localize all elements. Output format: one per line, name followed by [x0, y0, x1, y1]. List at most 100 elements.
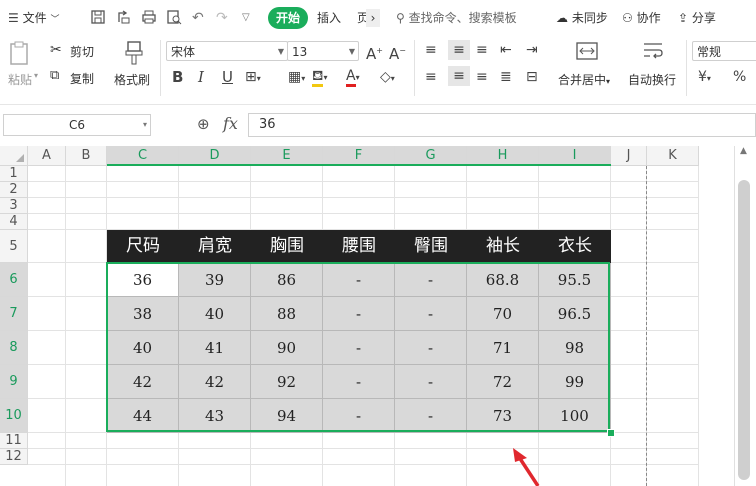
tab-start[interactable]: 开始	[268, 7, 308, 29]
merge-center-button[interactable]	[572, 40, 602, 64]
row-header-12[interactable]: 12	[0, 449, 28, 465]
bold-button[interactable]: B	[172, 69, 183, 85]
customize-dropdown-icon[interactable]: ▽	[242, 9, 250, 27]
italic-button[interactable]: I	[198, 69, 204, 85]
row-header-1[interactable]: 1	[0, 166, 28, 182]
column-header-a[interactable]: A	[28, 146, 66, 166]
gridline-horizontal	[28, 213, 699, 214]
distributed-align-icon[interactable]: ⊟	[526, 69, 538, 85]
share-label: 分享	[691, 11, 716, 25]
column-header-c[interactable]: C	[107, 146, 179, 166]
row-header-5[interactable]: 5	[0, 230, 28, 263]
font-name-value: 宋体	[171, 45, 196, 59]
file-menu[interactable]: ☰ 文件 ﹀	[8, 9, 59, 27]
merge-center-label[interactable]: 合并居中▾	[558, 71, 610, 88]
fill-pattern-icon[interactable]: ▦▾	[288, 69, 305, 87]
borders-icon[interactable]: ⊞▾	[245, 69, 261, 87]
formula-input[interactable]: 36	[248, 113, 756, 137]
justify-icon[interactable]: ≣	[500, 69, 512, 85]
align-middle-icon[interactable]: ≡	[448, 40, 470, 60]
row-header-9[interactable]: 9	[0, 365, 28, 399]
scrollbar-thumb[interactable]	[738, 180, 750, 480]
merge-cells-icon	[576, 42, 598, 60]
eraser-icon[interactable]: ◇▾	[380, 69, 395, 87]
column-header-k[interactable]: K	[647, 146, 699, 166]
export-icon[interactable]	[116, 9, 132, 27]
font-shrink-icon[interactable]: A−	[389, 43, 406, 62]
gridline-horizontal	[28, 448, 699, 449]
row-header-3[interactable]: 3	[0, 198, 28, 214]
undo-icon[interactable]: ↶	[192, 9, 204, 27]
table-header-cell: 胸围	[251, 230, 323, 263]
font-color-icon[interactable]: A▾	[346, 68, 360, 87]
redo-icon[interactable]: ↷	[216, 9, 228, 27]
column-header-i[interactable]: I	[539, 146, 611, 166]
spreadsheet-grid: A B C D E F G H I J K 1 2 3 4 5 6 7 8 9 10 11 12 尺码 肩宽 胸围 腰围 臀围 袖长 衣长…	[0, 146, 734, 486]
fill-color-icon[interactable]: ⛾▾	[312, 68, 327, 87]
print-preview-icon[interactable]	[166, 9, 182, 27]
red-arrow-annotation	[513, 448, 540, 486]
zoom-search-icon[interactable]: ⊕	[197, 115, 210, 133]
copy-label: 复制	[70, 72, 95, 86]
table-header-cell: 衣长	[539, 230, 611, 263]
page-break-line	[646, 166, 647, 486]
font-name-select[interactable]: 宋体 ▼	[166, 41, 288, 61]
chevron-down-icon: ▾	[142, 120, 147, 129]
row-header-11[interactable]: 11	[0, 433, 28, 449]
column-header-d[interactable]: D	[179, 146, 251, 166]
font-size-select[interactable]: 13 ▼	[287, 41, 359, 61]
function-fx-icon[interactable]: fx	[223, 114, 238, 133]
align-top-icon[interactable]: ≡	[425, 42, 437, 58]
row-header-8[interactable]: 8	[0, 331, 28, 365]
align-center-icon[interactable]: ≡	[448, 66, 470, 86]
font-size-value: 13	[292, 45, 308, 59]
table-header-cell: 袖长	[467, 230, 539, 263]
print-icon[interactable]	[141, 9, 157, 27]
format-painter-button[interactable]	[116, 40, 152, 66]
selection-range-border	[106, 262, 610, 432]
column-header-h[interactable]: H	[467, 146, 539, 166]
column-header-j[interactable]: J	[611, 146, 647, 166]
underline-button[interactable]: U	[222, 69, 233, 85]
column-header-e[interactable]: E	[251, 146, 323, 166]
collab-label: 协作	[636, 11, 661, 25]
command-search[interactable]: ⚲ 查找命令、搜索模板	[396, 9, 517, 27]
ribbon-divider	[686, 40, 687, 96]
tabs-scroll-right-icon[interactable]: ›	[366, 9, 380, 27]
copy-button[interactable]: ⧉ 复制	[50, 68, 94, 86]
font-grow-icon[interactable]: A+	[366, 43, 383, 62]
wrap-text-label[interactable]: 自动换行	[628, 71, 676, 88]
column-header-b[interactable]: B	[66, 146, 107, 166]
share-button[interactable]: ⇪ 分享	[678, 9, 716, 27]
percent-button[interactable]: %	[733, 69, 746, 85]
align-right-icon[interactable]: ≡	[476, 69, 488, 85]
tab-insert[interactable]: 插入	[317, 9, 341, 27]
scroll-up-icon[interactable]: ▲	[740, 146, 747, 156]
table-header-cell: 臀围	[395, 230, 467, 263]
paste-button[interactable]	[8, 40, 40, 70]
row-header-2[interactable]: 2	[0, 182, 28, 198]
wrap-text-button[interactable]	[638, 40, 668, 64]
paste-dropdown-icon[interactable]: ▾	[34, 71, 38, 80]
row-header-6[interactable]: 6	[0, 263, 28, 297]
chevron-down-icon: ▼	[348, 47, 355, 56]
increase-indent-icon[interactable]: ⇥	[526, 42, 538, 58]
align-left-icon[interactable]: ≡	[425, 69, 437, 85]
vertical-scrollbar[interactable]: ▲	[734, 146, 756, 486]
currency-button[interactable]: ¥▾	[698, 69, 711, 87]
cut-button[interactable]: ✂ 剪切	[50, 42, 94, 59]
name-box[interactable]: C6 ▾	[3, 114, 151, 136]
fill-handle[interactable]	[607, 429, 615, 437]
column-header-f[interactable]: F	[323, 146, 395, 166]
save-icon[interactable]	[90, 9, 106, 27]
collab-button[interactable]: ⚇ 协作	[622, 9, 661, 27]
row-header-10[interactable]: 10	[0, 399, 28, 433]
selection-column-marker	[107, 164, 611, 166]
align-bottom-icon[interactable]: ≡	[476, 42, 488, 58]
column-header-g[interactable]: G	[395, 146, 467, 166]
sync-button[interactable]: ☁ 未同步	[556, 9, 608, 27]
decrease-indent-icon[interactable]: ⇤	[500, 42, 512, 58]
number-format-select[interactable]: 常规	[692, 41, 756, 61]
row-header-4[interactable]: 4	[0, 214, 28, 230]
row-header-7[interactable]: 7	[0, 297, 28, 331]
